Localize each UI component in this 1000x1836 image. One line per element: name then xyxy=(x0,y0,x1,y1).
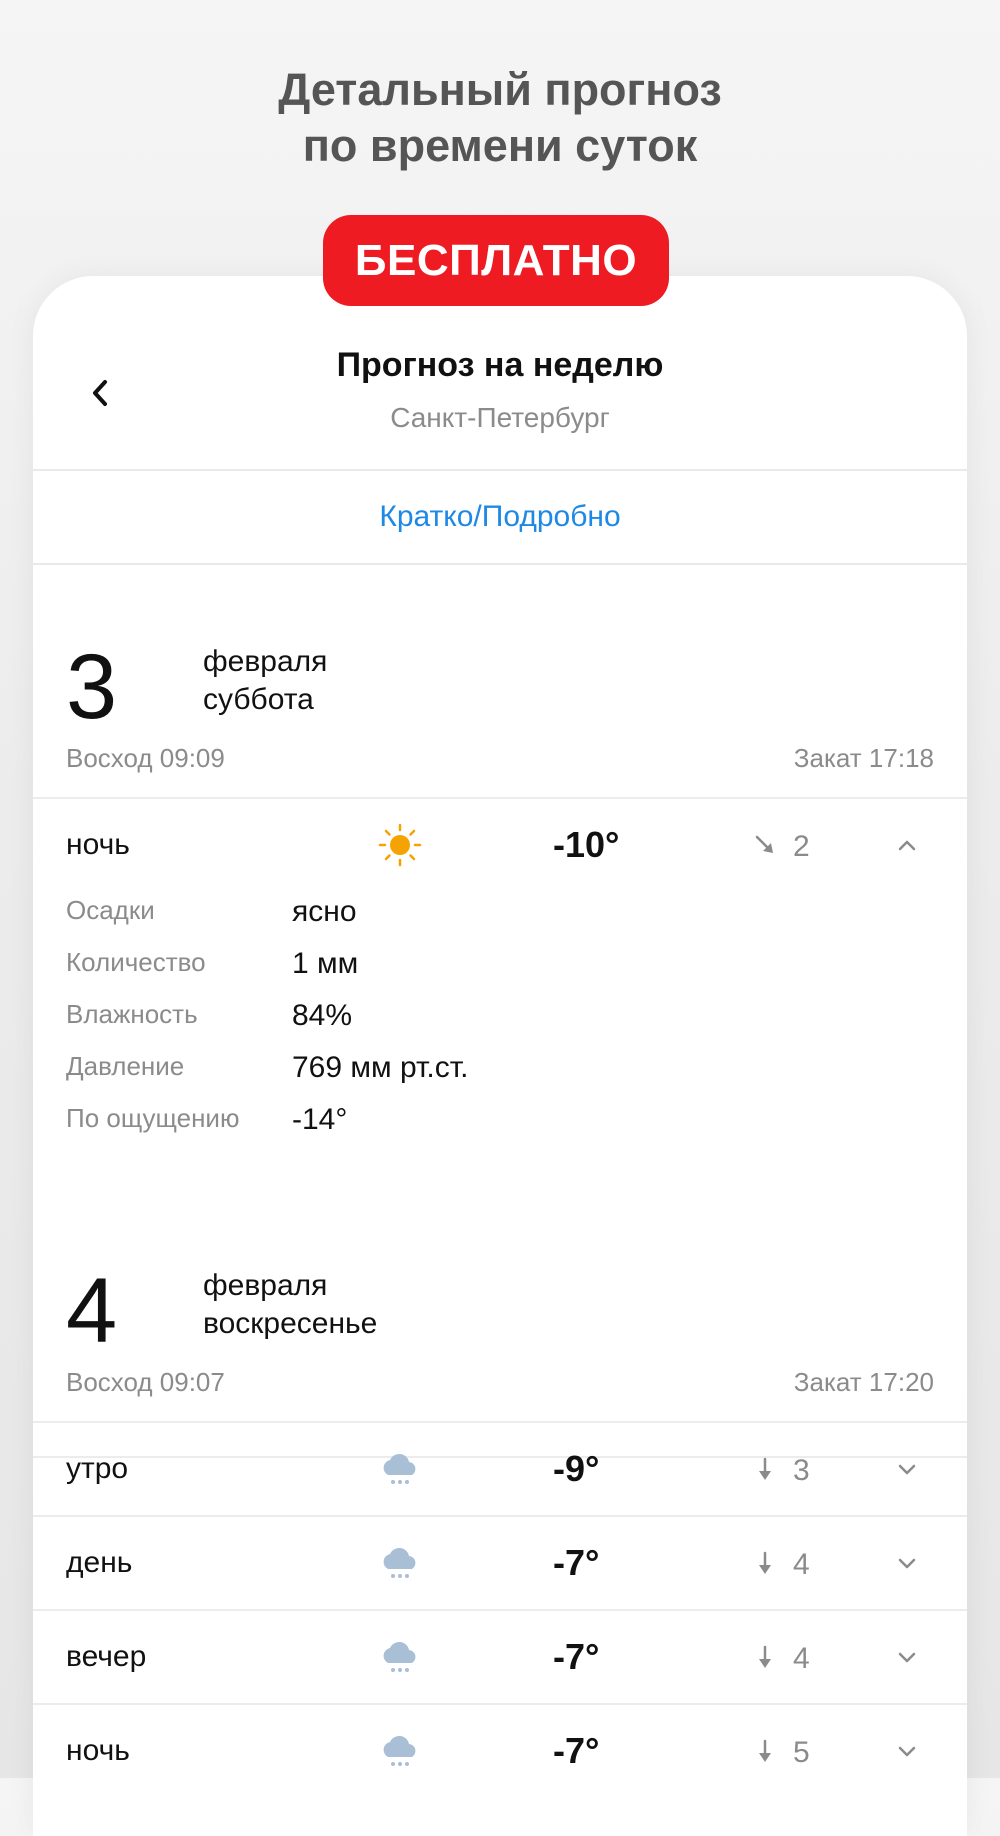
snow-cloud-icon xyxy=(378,1447,422,1491)
period-label: ночь xyxy=(66,828,130,861)
sunset-time: Закат 17:20 xyxy=(793,1367,934,1397)
wind-speed: 4 xyxy=(793,1642,810,1675)
forecast-card: Прогноз на неделю Санкт-Петербург Кратко… xyxy=(33,276,967,1836)
detail-pressure: Давление 769 мм рт.ст. xyxy=(33,1041,967,1093)
detail-value: ясно xyxy=(292,895,357,928)
snow-cloud-icon xyxy=(378,1729,422,1773)
brief-detailed-toggle[interactable]: Кратко/Подробно xyxy=(379,500,620,533)
day-month: февраля xyxy=(203,645,328,678)
detail-precipitation: Осадки ясно xyxy=(33,885,967,937)
day-weekday: суббота xyxy=(203,683,314,716)
forecast-row-day[interactable]: день -7° 4 xyxy=(33,1517,967,1609)
view-toggle-row: Кратко/Подробно xyxy=(33,471,967,565)
wind-direction-arrow-icon xyxy=(753,831,777,859)
wind-direction-arrow-icon xyxy=(753,1737,777,1765)
wind-direction-arrow-icon xyxy=(753,1643,777,1671)
sunset-time: Закат 17:18 xyxy=(793,743,934,773)
wind-direction-arrow-icon xyxy=(753,1549,777,1577)
temperature: -9° xyxy=(553,1448,600,1489)
forecast-row-morning[interactable]: утро -9° 3 xyxy=(33,1423,967,1515)
promo-title-line-2: по времени суток xyxy=(302,120,698,171)
detail-value: 1 мм xyxy=(292,947,359,980)
wind-speed: 3 xyxy=(793,1454,810,1487)
forecast-row-night[interactable]: ночь -10° 2 xyxy=(33,799,967,891)
temperature: -7° xyxy=(553,1542,600,1583)
sun-icon xyxy=(378,823,422,867)
detail-key: По ощущению xyxy=(66,1103,240,1133)
page-title: Прогноз на неделю xyxy=(336,346,664,384)
wind-direction-arrow-icon xyxy=(753,1455,777,1483)
day-number: 3 xyxy=(66,636,118,738)
detail-key: Количество xyxy=(66,947,206,977)
detail-value: -14° xyxy=(292,1103,348,1136)
promo-title: Детальный прогноз по времени суток xyxy=(0,62,1000,174)
snow-cloud-icon xyxy=(378,1541,422,1585)
temperature: -7° xyxy=(553,1730,600,1771)
snow-cloud-icon xyxy=(378,1635,422,1679)
promo-title-line-1: Детальный прогноз xyxy=(278,64,722,115)
detail-value: 84% xyxy=(292,999,353,1032)
city-name: Санкт-Петербург xyxy=(390,402,610,433)
chevron-down-icon[interactable] xyxy=(895,1459,919,1479)
free-badge: БЕСПЛАТНО xyxy=(323,215,669,306)
detail-key: Влажность xyxy=(66,999,198,1029)
detail-feels-like: По ощущению -14° xyxy=(33,1093,967,1145)
detail-humidity: Влажность 84% xyxy=(33,989,967,1041)
forecast-row-night[interactable]: ночь -7° 5 xyxy=(33,1705,967,1797)
day-number: 4 xyxy=(66,1260,118,1362)
chevron-up-icon[interactable] xyxy=(895,835,919,855)
chevron-down-icon[interactable] xyxy=(895,1647,919,1667)
day-month: февраля xyxy=(203,1269,328,1302)
sunrise-time: Восход 09:07 xyxy=(66,1367,225,1397)
wind-speed: 2 xyxy=(793,830,810,863)
day-weekday: воскресенье xyxy=(203,1307,378,1340)
detail-key: Давление xyxy=(66,1051,185,1081)
temperature: -10° xyxy=(553,824,620,865)
sunrise-time: Восход 09:09 xyxy=(66,743,225,773)
period-label: ночь xyxy=(66,1734,130,1767)
detail-key: Осадки xyxy=(66,895,155,925)
period-label: день xyxy=(66,1546,133,1579)
wind-speed: 4 xyxy=(793,1548,810,1581)
chevron-down-icon[interactable] xyxy=(895,1741,919,1761)
chevron-down-icon[interactable] xyxy=(895,1553,919,1573)
detail-value: 769 мм рт.ст. xyxy=(292,1051,469,1084)
temperature: -7° xyxy=(553,1636,600,1677)
period-label: утро xyxy=(66,1452,129,1485)
detail-amount: Количество 1 мм xyxy=(33,937,967,989)
wind-speed: 5 xyxy=(793,1736,810,1769)
forecast-row-evening[interactable]: вечер -7° 4 xyxy=(33,1611,967,1703)
period-label: вечер xyxy=(66,1640,147,1673)
